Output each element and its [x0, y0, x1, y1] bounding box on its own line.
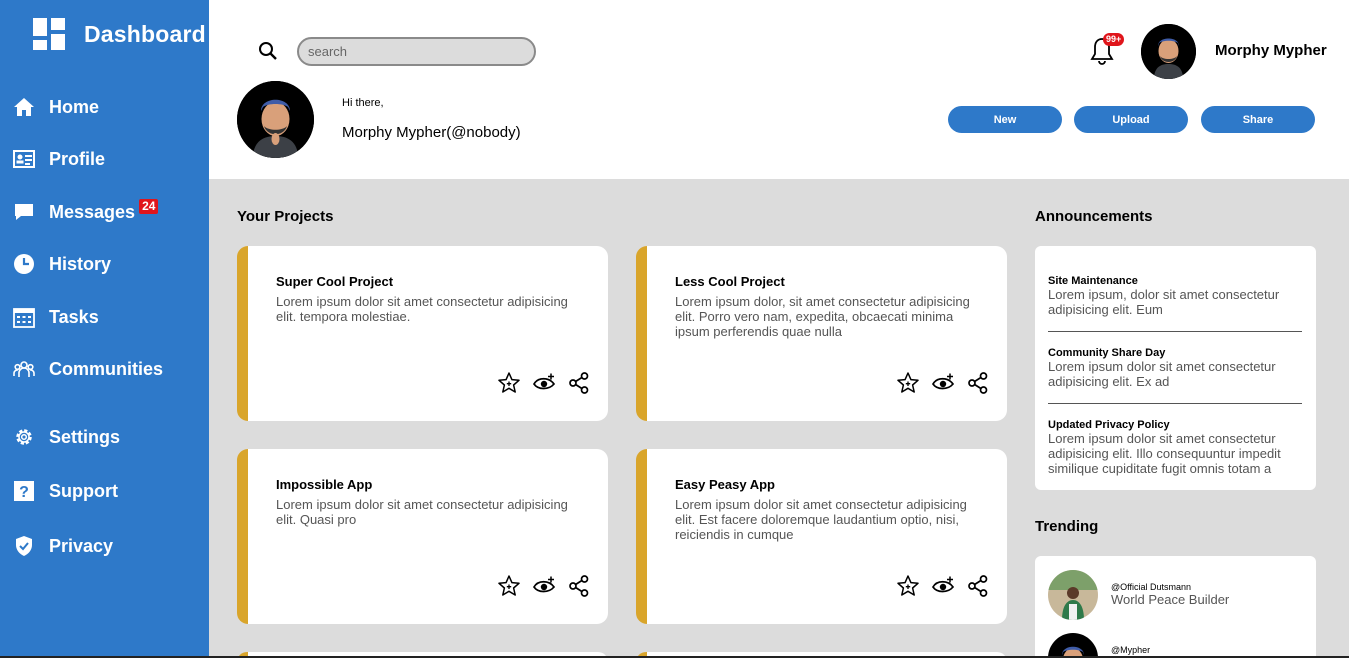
trending-avatar: [1048, 633, 1098, 658]
sidebar-item-tasks[interactable]: Tasks: [13, 306, 99, 328]
project-title: Easy Peasy App: [675, 477, 775, 492]
upload-button[interactable]: Upload: [1074, 106, 1188, 133]
sidebar-item-settings[interactable]: Settings: [13, 426, 120, 448]
username[interactable]: Morphy Mypher: [1215, 42, 1327, 59]
share-button[interactable]: Share: [1201, 106, 1315, 133]
divider: [1048, 331, 1302, 332]
announcements-panel: Site Maintenance Lorem ipsum, dolor sit …: [1035, 246, 1316, 490]
sidebar-item-label: Privacy: [49, 535, 114, 556]
sidebar-item-label: Settings: [49, 426, 121, 447]
share-icon[interactable]: [966, 574, 990, 598]
project-desc: Lorem ipsum dolor, sit amet consectetur …: [675, 294, 970, 339]
star-icon[interactable]: [896, 574, 920, 598]
messages-badge: 24: [139, 198, 159, 214]
star-icon[interactable]: [497, 371, 521, 395]
trending-avatar: [1048, 570, 1098, 620]
announcements-title: Announcements: [1035, 208, 1153, 225]
share-icon[interactable]: [966, 371, 990, 395]
trending-panel: @Official Dutsmann World Peace Builder @…: [1035, 556, 1316, 658]
announcement-body: Lorem ipsum dolor sit amet consectetur a…: [1048, 431, 1281, 476]
sidebar-item-label: Communities: [49, 358, 164, 379]
trending-desc: World Peace Builder: [1111, 592, 1230, 607]
project-title: Less Cool Project: [675, 274, 785, 289]
projects-title: Your Projects: [237, 208, 334, 225]
id-card-icon: [13, 148, 35, 170]
sidebar-item-messages[interactable]: Messages 24: [13, 198, 159, 223]
trending-item[interactable]: @Official Dutsmann World Peace Builder: [1048, 570, 1229, 620]
svg-text:?: ?: [19, 484, 29, 501]
sidebar-item-label: Profile: [49, 148, 106, 169]
star-icon[interactable]: [896, 371, 920, 395]
card-actions: [896, 371, 990, 395]
sidebar-item-history[interactable]: History: [13, 253, 111, 275]
project-desc: Lorem ipsum dolor sit amet consectetur a…: [276, 294, 568, 324]
watch-icon[interactable]: [532, 574, 556, 598]
announcement-body: Lorem ipsum dolor sit amet consectetur a…: [1048, 359, 1276, 389]
announcement-body: Lorem ipsum, dolor sit amet consectetur …: [1048, 287, 1280, 317]
sidebar-item-privacy[interactable]: Privacy: [13, 535, 113, 557]
project-card[interactable]: Easy Peasy App Lorem ipsum dolor sit ame…: [636, 449, 1007, 624]
project-card[interactable]: Impossible App Lorem ipsum dolor sit ame…: [237, 449, 608, 624]
announcement-title: Site Maintenance: [1048, 275, 1138, 287]
search-icon[interactable]: [258, 41, 278, 66]
sidebar-item-label: Messages: [49, 201, 136, 222]
profile-name: Morphy Mypher(@nobody): [342, 124, 521, 141]
greeting: Hi there,: [342, 97, 384, 109]
trending-handle: @Official Dutsmann: [1111, 582, 1191, 592]
sidebar-item-communities[interactable]: Communities: [13, 358, 163, 380]
trending-title: Trending: [1035, 518, 1099, 535]
people-icon: [13, 358, 35, 380]
project-card[interactable]: Less Cool Project Lorem ipsum dolor, sit…: [636, 246, 1007, 421]
announcement-item[interactable]: Site Maintenance Lorem ipsum, dolor sit …: [1048, 275, 1302, 317]
avatar[interactable]: [1141, 24, 1196, 79]
share-icon[interactable]: [567, 574, 591, 598]
project-desc: Lorem ipsum dolor sit amet consectetur a…: [675, 497, 967, 542]
sidebar-item-label: Support: [49, 480, 118, 501]
trending-item[interactable]: @Mypher: [1048, 633, 1150, 658]
sidebar-item-label: Home: [49, 96, 100, 117]
star-icon[interactable]: [497, 574, 521, 598]
card-actions: [497, 574, 591, 598]
notifications-badge: 99+: [1103, 33, 1125, 46]
announcement-title: Community Share Day: [1048, 347, 1166, 359]
watch-icon[interactable]: [931, 371, 955, 395]
profile-avatar: [237, 81, 314, 158]
clock-icon: [13, 253, 35, 275]
brand[interactable]: Dashboard: [33, 18, 206, 50]
trending-handle: @Mypher: [1111, 645, 1151, 655]
shield-icon: [13, 535, 35, 557]
search-input[interactable]: [297, 37, 536, 66]
announcement-title: Updated Privacy Policy: [1048, 419, 1170, 431]
calendar-icon: [13, 306, 35, 328]
announcement-item[interactable]: Community Share Day Lorem ipsum dolor si…: [1048, 347, 1302, 389]
header: 99+ Morphy Mypher Hi there, Morphy Myphe…: [209, 0, 1349, 179]
sidebar-item-home[interactable]: Home: [13, 96, 99, 118]
sidebar-item-label: History: [49, 253, 112, 274]
home-icon: [13, 96, 35, 118]
announcement-item[interactable]: Updated Privacy Policy Lorem ipsum dolor…: [1048, 419, 1302, 476]
project-title: Impossible App: [276, 477, 373, 492]
watch-icon[interactable]: [532, 371, 556, 395]
share-icon[interactable]: [567, 371, 591, 395]
help-icon: ?: [13, 480, 35, 502]
sidebar-item-support[interactable]: ? Support: [13, 480, 118, 502]
sidebar-item-label: Tasks: [49, 306, 99, 327]
divider: [1048, 403, 1302, 404]
dashboard-logo-icon: [33, 18, 65, 50]
trending-text: @Official Dutsmann World Peace Builder: [1111, 570, 1229, 607]
project-card[interactable]: Super Cool Project Lorem ipsum dolor sit…: [237, 246, 608, 421]
card-actions: [497, 371, 591, 395]
gear-icon: [13, 426, 35, 448]
trending-text: @Mypher: [1111, 633, 1150, 655]
sidebar-item-profile[interactable]: Profile: [13, 148, 105, 170]
project-title: Super Cool Project: [276, 274, 394, 289]
sidebar: Dashboard Home Profile Messages 24 Histo…: [0, 0, 209, 658]
card-actions: [896, 574, 990, 598]
watch-icon[interactable]: [931, 574, 955, 598]
new-button[interactable]: New: [948, 106, 1062, 133]
chat-icon: [13, 201, 35, 223]
brand-title: Dashboard: [84, 20, 206, 47]
project-desc: Lorem ipsum dolor sit amet consectetur a…: [276, 497, 568, 527]
